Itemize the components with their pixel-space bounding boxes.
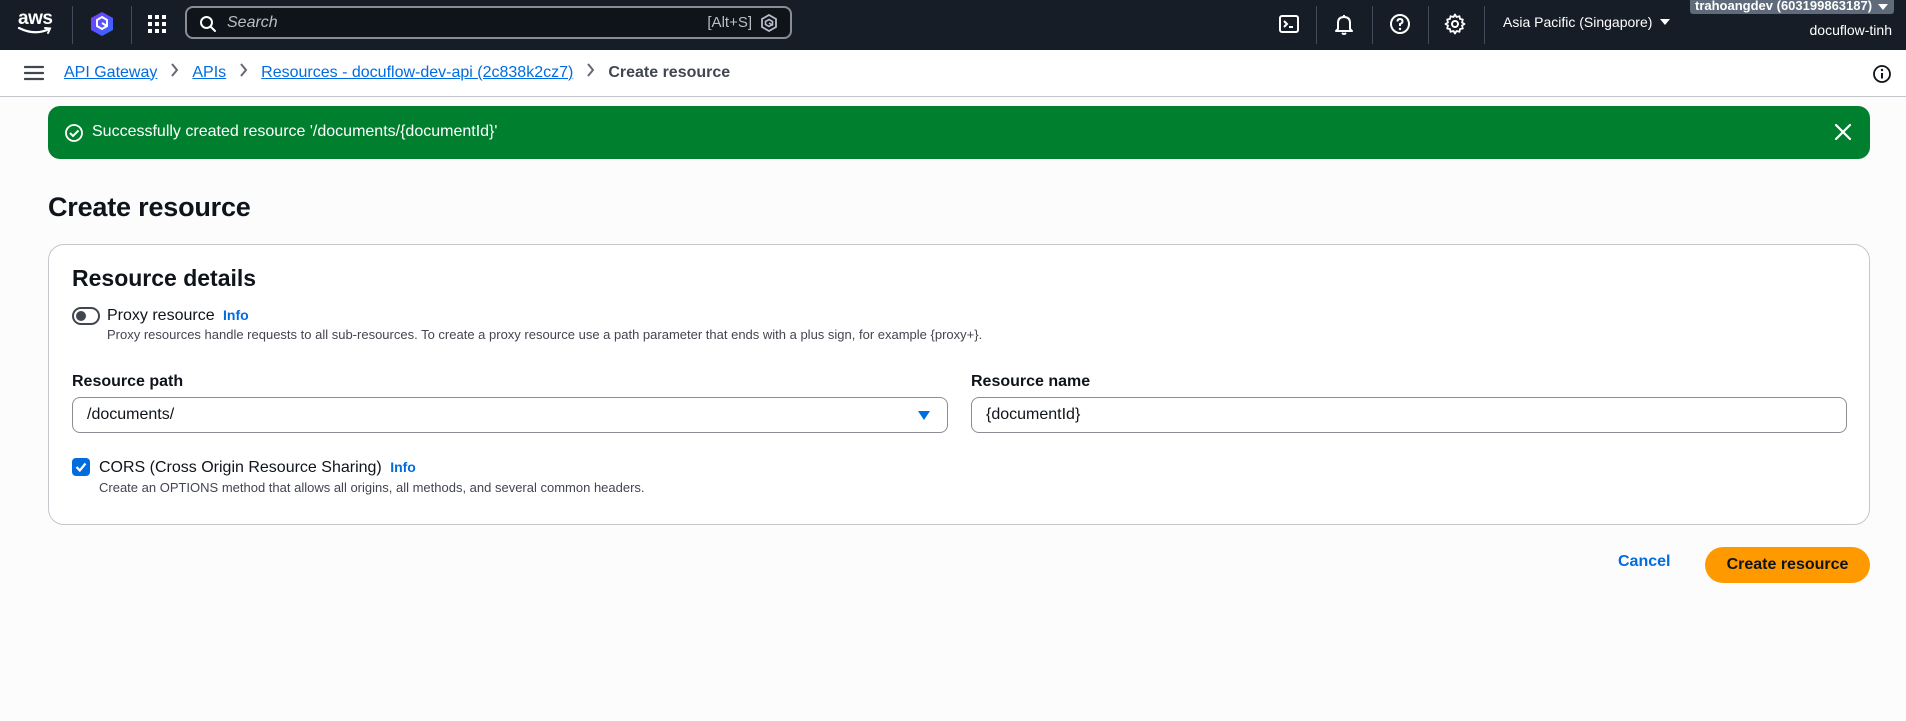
info-panel-icon[interactable] bbox=[1872, 64, 1892, 89]
account-tag-label: trahoangdev (603199863187) bbox=[1695, 0, 1873, 13]
cancel-button[interactable]: Cancel bbox=[1618, 553, 1670, 571]
cors-description: Create an OPTIONS method that allows all… bbox=[99, 480, 645, 495]
global-search-box[interactable]: [Alt+S] bbox=[185, 6, 792, 39]
nav-divider bbox=[1316, 6, 1317, 44]
app-hexagon-logo-icon[interactable] bbox=[90, 11, 114, 37]
proxy-resource-label: Proxy resource Info bbox=[107, 307, 249, 325]
cloudshell-icon[interactable] bbox=[1277, 12, 1301, 36]
card-title: Resource details bbox=[72, 265, 257, 291]
breadcrumb-link-api-gateway[interactable]: API Gateway bbox=[64, 64, 157, 82]
nav-divider bbox=[131, 6, 132, 44]
search-input[interactable] bbox=[227, 12, 647, 34]
proxy-resource-label-text: Proxy resource bbox=[107, 307, 215, 324]
cors-checkbox[interactable] bbox=[72, 458, 90, 476]
resource-details-card: Resource details Proxy resource Info Pro… bbox=[48, 244, 1870, 525]
chevron-right-icon bbox=[170, 63, 179, 82]
nav-divider bbox=[72, 6, 73, 44]
breadcrumb: API Gateway APIs Resources - docuflow-de… bbox=[64, 63, 730, 82]
region-selector[interactable]: Asia Pacific (Singapore) bbox=[1503, 14, 1671, 30]
cors-label: CORS (Cross Origin Resource Sharing) Inf… bbox=[99, 459, 416, 477]
resource-name-label: Resource name bbox=[971, 373, 1091, 390]
menu-hamburger-icon[interactable] bbox=[23, 64, 45, 87]
cors-label-text: CORS (Cross Origin Resource Sharing) bbox=[99, 459, 382, 476]
resource-path-value: /documents/ bbox=[87, 406, 175, 423]
close-icon[interactable] bbox=[1834, 123, 1852, 141]
aws-smile-icon bbox=[17, 26, 52, 34]
account-menu[interactable]: trahoangdev (603199863187) bbox=[1690, 0, 1895, 14]
caret-down-icon bbox=[1878, 4, 1889, 10]
caret-down-icon bbox=[918, 411, 930, 420]
create-resource-button[interactable]: Create resource bbox=[1705, 547, 1870, 583]
help-icon[interactable] bbox=[1388, 12, 1412, 36]
search-shortcut-hint: [Alt+S] bbox=[707, 14, 752, 31]
proxy-resource-toggle[interactable] bbox=[72, 307, 100, 325]
checkmark-icon bbox=[75, 462, 87, 473]
nav-divider bbox=[1372, 6, 1373, 44]
proxy-resource-description: Proxy resources handle requests to all s… bbox=[107, 327, 983, 342]
success-check-icon bbox=[65, 124, 83, 142]
page-title: Create resource bbox=[48, 192, 251, 222]
resource-path-label: Resource path bbox=[72, 373, 184, 390]
proxy-info-link[interactable]: Info bbox=[223, 307, 249, 323]
search-icon bbox=[200, 16, 216, 32]
top-navigation: aws [Alt+S] bbox=[0, 0, 1906, 50]
breadcrumb-link-apis[interactable]: APIs bbox=[192, 64, 226, 82]
nav-divider bbox=[1428, 6, 1429, 44]
chevron-right-icon bbox=[239, 63, 248, 82]
bell-icon[interactable] bbox=[1332, 12, 1356, 36]
toggle-knob bbox=[76, 311, 86, 321]
caret-down-icon bbox=[1660, 19, 1671, 25]
chevron-right-icon bbox=[586, 63, 595, 82]
flash-message: Successfully created resource '/document… bbox=[92, 123, 498, 140]
success-flash-banner: Successfully created resource '/document… bbox=[48, 106, 1870, 159]
breadcrumb-current: Create resource bbox=[608, 63, 731, 81]
resource-path-select[interactable]: /documents/ bbox=[72, 397, 948, 433]
amazon-q-icon[interactable] bbox=[760, 14, 778, 32]
services-grid-icon[interactable] bbox=[145, 12, 169, 36]
breadcrumb-link-resources[interactable]: Resources - docuflow-dev-api (2c838k2cz7… bbox=[261, 64, 573, 82]
resource-name-input[interactable] bbox=[971, 397, 1847, 433]
aws-logo[interactable]: aws bbox=[17, 8, 55, 38]
breadcrumb-bar: API Gateway APIs Resources - docuflow-de… bbox=[0, 50, 1906, 97]
account-user-name[interactable]: docuflow-tinh bbox=[1810, 22, 1893, 38]
region-label: Asia Pacific (Singapore) bbox=[1503, 14, 1653, 30]
nav-divider bbox=[1484, 6, 1485, 44]
cors-info-link[interactable]: Info bbox=[390, 459, 416, 475]
settings-icon[interactable] bbox=[1443, 12, 1467, 36]
